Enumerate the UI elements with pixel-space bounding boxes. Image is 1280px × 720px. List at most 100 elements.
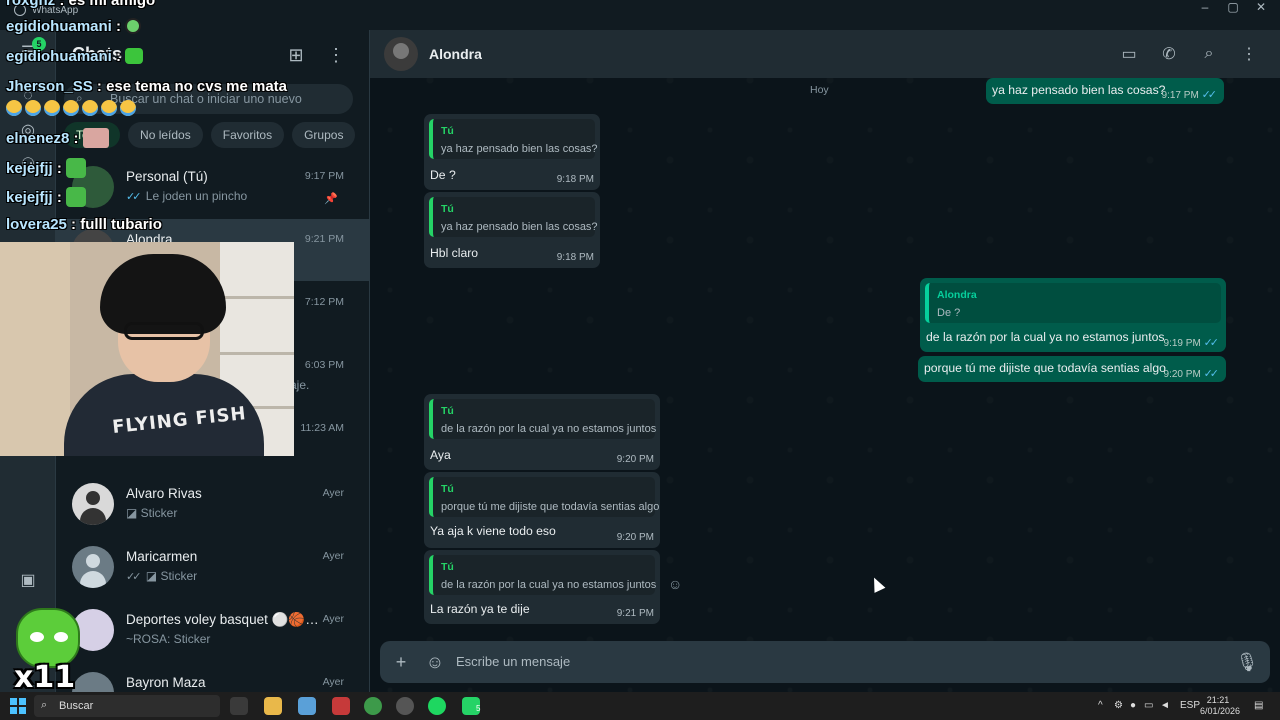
taskbar-search[interactable]: ⌕ Buscar <box>34 695 220 717</box>
taskbar-clock[interactable]: 21:21 6/01/2026 <box>1200 695 1241 717</box>
webcam-background-door <box>0 242 70 456</box>
message-time: 9:21 PM <box>616 608 654 619</box>
chat-item-maricarmen[interactable]: Maricarmen Ayer ✓✓ ◪ Sticker <box>56 536 370 598</box>
react-emoji-icon[interactable]: ☺ <box>668 576 682 592</box>
chat-time: 9:21 PM <box>304 233 344 245</box>
app-title-text: WhatsApp <box>32 4 79 16</box>
media-gallery-icon[interactable]: ▣ <box>18 570 38 590</box>
status-icon[interactable]: ◌ <box>18 86 38 106</box>
file-explorer-icon[interactable] <box>264 697 282 715</box>
chat-time: Ayer <box>322 613 344 625</box>
tray-overflow-icon[interactable]: ^ <box>1098 700 1103 711</box>
message-incoming[interactable]: Tú ya haz pensado bien las cosas? Hbl cl… <box>424 192 600 268</box>
read-ticks-icon: ✓✓ <box>1201 89 1218 101</box>
taskbar-search-label: Buscar <box>59 700 94 712</box>
chat-name: Personal (Tú) <box>126 169 208 184</box>
chat-name: Alvaro Rivas <box>126 486 202 501</box>
chat-item-deportes[interactable]: Deportes voley basquet ⚪🏀… Ayer ~ROSA: S… <box>56 599 370 661</box>
language-indicator[interactable]: ESP <box>1180 700 1200 711</box>
mic-icon[interactable]: 🎙 <box>1236 651 1259 673</box>
shelf-board <box>220 352 294 355</box>
search-icon: ⌕ <box>41 699 48 711</box>
quoted-message[interactable]: Tú ya haz pensado bien las cosas? <box>429 197 598 237</box>
sticker-icon[interactable]: ☺ <box>424 651 446 673</box>
message-composer: + ☺ Escribe un mensaje 🎙 <box>380 641 1270 683</box>
network-icon[interactable]: ▭ <box>1144 700 1153 711</box>
close-button[interactable]: ✕ <box>1244 0 1278 14</box>
emote-eye <box>30 632 44 642</box>
message-outgoing[interactable]: Alondra De ? de la razón por la cual ya … <box>920 278 1226 352</box>
quote-author: Alondra <box>937 289 977 301</box>
filter-groups[interactable]: Grupos <box>292 122 356 148</box>
chat-preview: ✓✓ Le joden un pincho <box>126 189 247 203</box>
new-chat-icon[interactable]: ⊞ <box>285 44 307 66</box>
chat-item-personal[interactable]: Personal (Tú) 9:17 PM ✓✓ Le joden un pin… <box>56 156 370 218</box>
contact-name[interactable]: Alondra <box>429 46 482 62</box>
chat-time: 7:12 PM <box>304 296 344 308</box>
spotify-icon[interactable] <box>428 697 446 715</box>
kebab-menu-icon[interactable]: ⋮ <box>1238 43 1260 65</box>
clock-time: 21:21 <box>1206 695 1230 705</box>
communities-icon[interactable]: ⚇ <box>18 154 38 174</box>
message-time-text: 9:20 PM <box>1163 369 1201 380</box>
read-ticks-icon: ✓✓ <box>1203 337 1220 349</box>
message-incoming[interactable]: Tú de la razón por la cual ya no estamos… <box>424 550 660 624</box>
emote-multiplier: x11 <box>14 660 76 695</box>
chat-item-alvaro-rivas[interactable]: Alvaro Rivas Ayer ◪ Sticker <box>56 473 370 535</box>
shelf-board <box>220 296 294 299</box>
message-time: 9:20 PM ✓✓ <box>1164 367 1220 380</box>
conversation-panel: Alondra ▭ ✆ ⌕ ⋮ Hoy ya haz pensado bien … <box>370 30 1280 692</box>
chat-preview-text: Sticker <box>140 506 178 520</box>
message-incoming[interactable]: Tú de la razón por la cual ya no estamos… <box>424 394 660 470</box>
chrome-icon[interactable] <box>364 697 382 715</box>
message-text: ya haz pensado bien las cosas? <box>992 83 1166 97</box>
pin-icon: 📌 <box>324 193 338 205</box>
message-time: 9:20 PM <box>616 454 654 465</box>
quoted-message[interactable]: Tú ya haz pensado bien las cosas? <box>429 119 598 159</box>
notepad-icon[interactable] <box>298 697 316 715</box>
app-icon[interactable] <box>332 697 350 715</box>
quote-text: de la razón por la cual ya no estamos ju… <box>441 579 657 591</box>
contact-avatar[interactable] <box>384 37 418 71</box>
chat-item-bayron-maza[interactable]: Bayron Maza Ayer <box>56 662 370 692</box>
person-glasses <box>124 322 204 340</box>
quoted-message[interactable]: Alondra De ? <box>925 283 1221 323</box>
video-call-icon[interactable]: ▭ <box>1118 43 1140 65</box>
windows-start-icon[interactable] <box>10 698 26 714</box>
phone-icon[interactable]: ✆ <box>1158 43 1180 65</box>
quoted-message[interactable]: Tú porque tú me dijiste que todavía sent… <box>429 477 659 517</box>
message-outgoing[interactable]: porque tú me dijiste que todavía sentias… <box>918 356 1226 382</box>
filter-unread[interactable]: No leídos <box>128 122 203 148</box>
search-box[interactable]: ⌕ Buscar un chat o iniciar uno nuevo <box>64 84 353 114</box>
quoted-message[interactable]: Tú de la razón por la cual ya no estamos… <box>429 555 657 595</box>
quote-author: Tú <box>441 125 454 137</box>
message-input[interactable]: Escribe un mensaje <box>456 654 570 669</box>
chat-preview-text: Sticker <box>160 569 198 583</box>
message-time: 9:17 PM ✓✓ <box>1162 88 1218 101</box>
screen: WhatsApp – ▢ ✕ ☰ 5 ◌ ◎ ⚇ ▣ Chats ⊞ ⋮ ⌕ B… <box>0 0 1280 720</box>
search-icon[interactable]: ⌕ <box>1198 43 1220 65</box>
message-outgoing[interactable]: ya haz pensado bien las cosas? 9:17 PM ✓… <box>986 78 1224 104</box>
emote-eye <box>54 632 68 642</box>
chat-time: Ayer <box>322 676 344 688</box>
message-incoming[interactable]: Tú ya haz pensado bien las cosas? De ? 9… <box>424 114 600 190</box>
microphone-tray-icon[interactable]: ● <box>1130 700 1136 711</box>
filter-all[interactable]: Todos <box>64 122 121 148</box>
tray-app-icon[interactable]: ⚙ <box>1114 700 1123 711</box>
clock-date: 6/01/2026 <box>1200 706 1241 716</box>
chat-preview: ✓✓ ◪ Sticker <box>126 569 197 583</box>
filter-favorites[interactable]: Favoritos <box>210 122 285 148</box>
volume-icon[interactable]: ◄ <box>1160 700 1170 711</box>
plus-icon[interactable]: + <box>390 651 412 673</box>
chat-name: Maricarmen <box>126 549 198 564</box>
avatar-body <box>80 571 106 588</box>
avatar-head <box>86 491 100 505</box>
kebab-menu-icon[interactable]: ⋮ <box>325 44 347 66</box>
quoted-message[interactable]: Tú de la razón por la cual ya no estamos… <box>429 399 656 439</box>
notification-icon[interactable]: ▤ <box>1254 700 1263 711</box>
app-title: WhatsApp <box>14 4 78 16</box>
task-view-icon[interactable] <box>230 697 248 715</box>
message-incoming[interactable]: Tú porque tú me dijiste que todavía sent… <box>424 472 660 548</box>
channels-icon[interactable]: ◎ <box>18 120 38 140</box>
obs-icon[interactable] <box>396 697 414 715</box>
